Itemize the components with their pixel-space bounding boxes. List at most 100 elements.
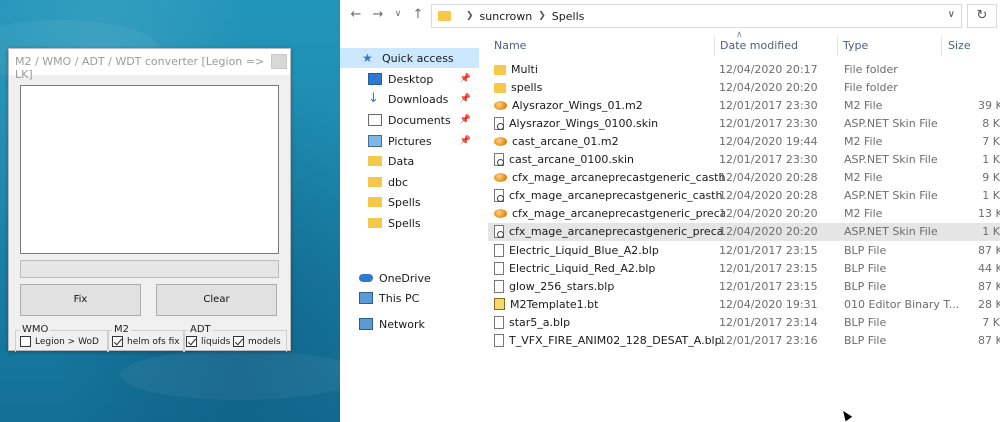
address-dropdown-icon[interactable]: ∨ <box>948 9 955 20</box>
sidebar-item-spells[interactable]: Spells <box>340 192 479 212</box>
file-date: 12/04/2020 20:17 <box>719 62 818 76</box>
checkbox-box[interactable] <box>186 336 197 347</box>
legion-wod-checkbox[interactable]: Legion > WoD <box>20 336 99 347</box>
file-row[interactable]: cfx_mage_arcaneprecastgeneric_precast...… <box>488 222 1000 241</box>
file-size: 9 K <box>982 171 1000 185</box>
checkbox-box[interactable] <box>233 336 244 347</box>
column-divider[interactable] <box>941 36 942 56</box>
sidebar-item-quick-access[interactable]: ★ Quick access <box>340 48 479 68</box>
file-name: glow_256_stars.blp <box>509 279 615 293</box>
file-row[interactable]: Electric_Liquid_Red_A2.blp 12/01/2017 23:… <box>488 259 1000 277</box>
file-row[interactable]: glow_256_stars.blp 12/01/2017 23:15 BLP Fi… <box>488 277 1000 295</box>
wmo-group: WMO Legion > WoD <box>15 324 109 352</box>
pin-icon[interactable]: 📌 <box>460 136 471 146</box>
checkbox-box[interactable] <box>112 336 123 347</box>
sidebar-item-network[interactable]: Network <box>340 314 479 334</box>
up-arrow-icon[interactable]: ↑ <box>410 7 426 22</box>
pin-icon[interactable]: 📌 <box>460 94 471 104</box>
pictures-icon <box>368 135 382 147</box>
file-size: 1 K <box>982 153 1000 166</box>
file-row[interactable]: Electric_Liquid_Blue_A2.blp 12/01/2017 23… <box>488 241 1000 259</box>
file-date: 12/04/2020 20:20 <box>719 80 818 94</box>
folder-icon <box>368 177 382 187</box>
models-checkbox[interactable]: models <box>233 336 281 347</box>
file-size: 8 K <box>982 116 1000 130</box>
column-header-size[interactable]: Size <box>948 39 971 52</box>
clear-button[interactable]: Clear <box>156 284 277 316</box>
sidebar-item-data[interactable]: Data <box>340 151 479 171</box>
file-type: ASP.NET Skin File <box>844 153 938 166</box>
file-row[interactable]: cast_arcane_0100.skin 12/01/2017 23:30 ASP… <box>488 151 1000 169</box>
helm-ofs-fix-checkbox[interactable]: helm ofs fix <box>112 336 180 347</box>
sidebar-item-downloads[interactable]: ↓ Downloads 📌 <box>340 89 479 109</box>
sidebar-item-desktop[interactable]: Desktop 📌 <box>340 69 479 89</box>
file-size: 28 K <box>978 297 1000 311</box>
pin-icon[interactable]: 📌 <box>460 74 471 84</box>
liquids-checkbox[interactable]: liquids <box>186 336 230 347</box>
network-icon <box>359 318 373 330</box>
file-drop-list[interactable] <box>20 85 279 254</box>
column-divider[interactable] <box>714 36 715 56</box>
adt-group-label: ADT <box>188 324 213 335</box>
sidebar-item-this-pc[interactable]: This PC <box>340 288 479 308</box>
file-row[interactable]: cast_arcane_01.m2 12/04/2020 19:44 M2 File… <box>488 132 1000 150</box>
column-header-date[interactable]: Date modified <box>720 39 798 52</box>
file-row[interactable]: star5_a.blp 12/01/2017 23:14 BLP File 7 K <box>488 313 1000 331</box>
sidebar-item-label: Spells <box>388 195 421 209</box>
pin-icon[interactable]: 📌 <box>460 115 471 125</box>
file-type: M2 File <box>844 207 883 221</box>
file-type: BLP File <box>844 243 887 257</box>
forward-arrow-icon[interactable]: → <box>370 7 386 22</box>
file-date: 12/04/2020 20:20 <box>719 225 818 239</box>
file-size: 1 K <box>982 189 1000 203</box>
recent-chevron-icon[interactable]: ∨ <box>390 9 406 19</box>
file-row[interactable]: cfx_mage_arcaneprecastgeneric_casthan...… <box>488 187 1000 205</box>
converter-window: M2 / WMO / ADT / WDT converter [Legion =… <box>8 48 291 352</box>
file-size: 39 K <box>978 98 1000 112</box>
sidebar-item-spells[interactable]: Spells <box>340 213 479 233</box>
file-row[interactable]: M2Template1.bt 12/04/2020 19:31 010 Editor… <box>488 295 1000 313</box>
sidebar-item-pictures[interactable]: Pictures 📌 <box>340 131 479 151</box>
checkbox-box[interactable] <box>20 336 31 347</box>
converter-title-bar[interactable]: M2 / WMO / ADT / WDT converter [Legion =… <box>9 49 290 81</box>
window-control-button[interactable] <box>271 54 287 69</box>
file-date: 12/01/2017 23:15 <box>719 261 818 275</box>
file-row[interactable]: T_VFX_FIRE_ANIM02_128_DESAT_A.blp 12/01/2… <box>488 332 1000 350</box>
file-row[interactable]: Alysrazor_Wings_0100.skin 12/01/2017 23:3… <box>488 114 1000 132</box>
file-name: cast_arcane_01.m2 <box>512 134 619 148</box>
file-date: 12/01/2017 23:14 <box>719 315 818 329</box>
sidebar-item-documents[interactable]: Documents 📌 <box>340 110 479 130</box>
file-size: 87 K <box>978 334 1000 347</box>
column-header-type[interactable]: Type <box>843 39 868 52</box>
breadcrumb-suncrown[interactable]: suncrown <box>480 10 533 23</box>
skin-file-icon <box>494 153 504 166</box>
column-divider[interactable] <box>837 36 838 56</box>
address-bar[interactable]: ❯ suncrown ❯ Spells ∨ <box>431 4 962 28</box>
back-arrow-icon[interactable]: ← <box>348 7 364 22</box>
file-row[interactable]: Alysrazor_Wings_01.m2 12/01/2017 23:30 M2 … <box>488 96 1000 114</box>
file-row[interactable]: spells 12/04/2020 20:20 File folder <box>488 78 1000 96</box>
file-name: Alysrazor_Wings_0100.skin <box>509 116 659 130</box>
file-row[interactable]: Multi 12/04/2020 20:17 File folder <box>488 60 1000 78</box>
file-type: M2 File <box>844 171 883 185</box>
sidebar-item-onedrive[interactable]: OneDrive <box>340 268 479 288</box>
refresh-icon[interactable]: ↻ <box>967 4 997 28</box>
column-header-name[interactable]: Name <box>494 39 526 52</box>
blp-file-icon <box>494 334 504 347</box>
file-size: 7 K <box>982 315 1000 329</box>
fix-button[interactable]: Fix <box>20 284 141 316</box>
sidebar-item-dbc[interactable]: dbc <box>340 172 479 192</box>
folder-icon <box>494 64 506 75</box>
file-name: Electric_Liquid_Red_A2.blp <box>509 261 656 275</box>
file-size: 1 K <box>982 225 1000 239</box>
sidebar-item-label: Pictures <box>388 134 432 148</box>
file-name: cast_arcane_0100.skin <box>509 153 635 166</box>
file-row[interactable]: cfx_mage_arcaneprecastgeneric_precast...… <box>488 205 1000 223</box>
file-name: cfx_mage_arcaneprecastgeneric_casthan... <box>509 189 722 203</box>
breadcrumb-spells[interactable]: Spells <box>552 10 585 23</box>
file-name: Electric_Liquid_Blue_A2.blp <box>509 243 659 257</box>
liquids-label: liquids <box>201 336 231 347</box>
file-type: BLP File <box>844 261 887 275</box>
file-row[interactable]: cfx_mage_arcaneprecastgeneric_casthan...… <box>488 169 1000 187</box>
sidebar-item-label: Downloads <box>388 92 449 106</box>
